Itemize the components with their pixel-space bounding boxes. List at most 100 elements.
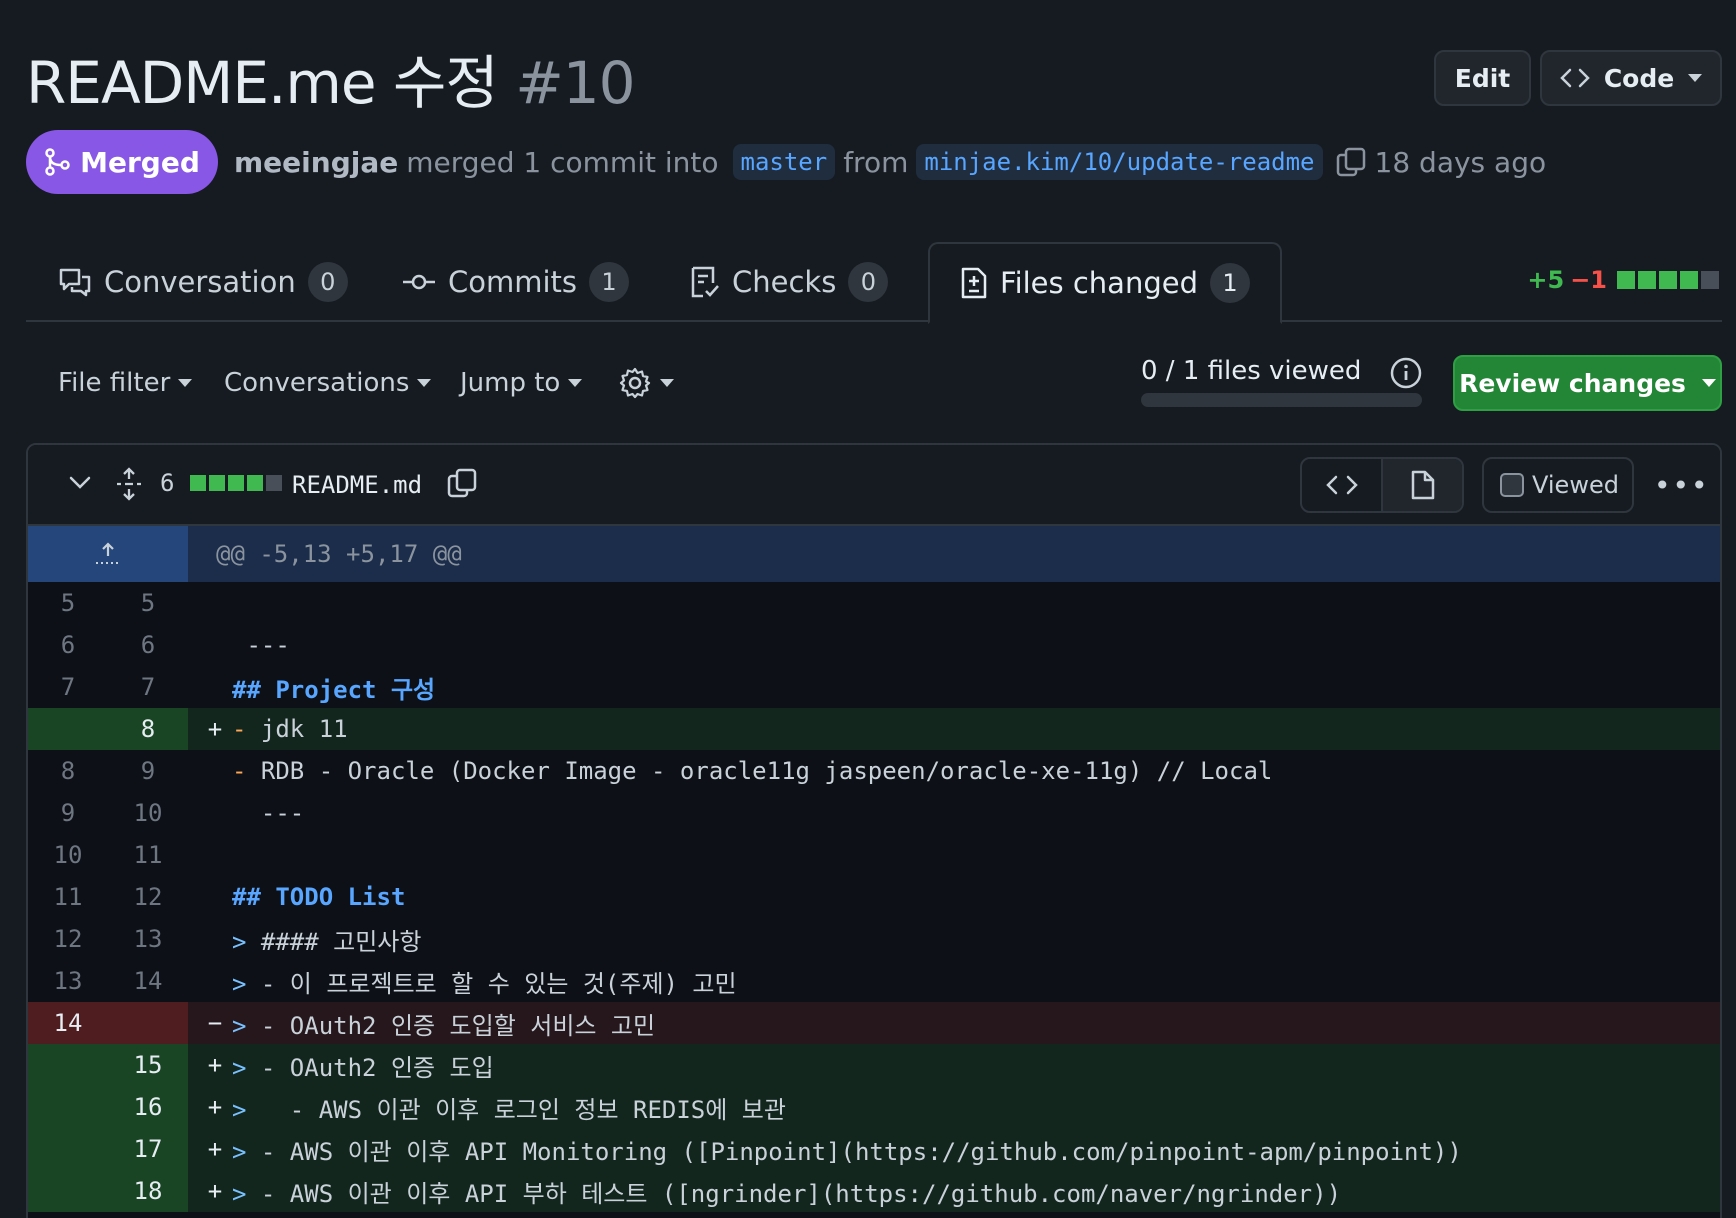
new-line-number[interactable]: 7 [108,666,188,708]
old-line-number[interactable]: 9 [28,792,108,834]
old-line-number[interactable]: 12 [28,918,108,960]
old-line-number[interactable]: 5 [28,582,108,624]
diff-line[interactable]: 9 10 --- [28,792,1720,834]
diff-line[interactable]: 89 - RDB - Oracle (Docker Image - oracle1… [28,750,1720,792]
chevron-down-icon [1701,379,1716,387]
viewed-label: Viewed [1532,471,1619,499]
code-icon [1325,475,1358,495]
kebab-horizontal-icon[interactable]: ••• [1654,469,1710,502]
tab-count: 0 [307,262,348,302]
new-line-number[interactable]: 17 [108,1128,188,1170]
conversations-dropdown[interactable]: Conversations [224,355,432,411]
new-line-number[interactable]: 5 [108,582,188,624]
diff-line[interactable]: 18 + > - AWS 이관 이후 API 부하 테스트 ([ngrinder](… [28,1170,1720,1212]
diff-line[interactable]: 14 − > - OAuth2 인증 도입할 서비스 고민 [28,1002,1720,1044]
old-line-number[interactable]: 10 [28,834,108,876]
old-line-number[interactable]: 6 [28,624,108,666]
new-line-number[interactable]: 13 [108,918,188,960]
diff-line[interactable]: 7 7 ## Project 구성 [28,666,1720,708]
old-line-number[interactable]: 14 [28,1002,108,1044]
review-changes-button[interactable]: Review changes [1453,355,1722,411]
head-branch[interactable]: minjae.kim/10/update-readme [916,144,1323,180]
diff-line[interactable]: 16 + > - AWS 이관 이후 로그인 정보 REDIS에 보관 [28,1086,1720,1128]
new-line-number[interactable]: 16 [108,1086,188,1128]
code-text: > #### 고민사항 [232,927,422,956]
file-name[interactable]: README.md [292,471,422,499]
code-text: > - AWS 이관 이후 로그인 정보 REDIS에 보관 [232,1095,786,1124]
rich-diff-button[interactable] [1383,459,1462,511]
old-line-number[interactable]: 8 [28,750,108,792]
checklist-icon [691,266,719,298]
chevron-down-icon [417,379,432,387]
file-diff-icon [961,267,987,299]
fold-up-icon [96,542,120,564]
diff-line[interactable]: 15 + > - OAuth2 인증 도입 [28,1044,1720,1086]
diff-line[interactable]: 17 + > - AWS 이관 이후 API Monitoring ([Pinpoi… [28,1128,1720,1170]
new-line-number[interactable]: 6 [108,624,188,666]
base-branch[interactable]: master [732,144,836,180]
edit-label: Edit [1454,63,1511,93]
expand-up-button[interactable] [28,526,188,582]
new-line-number[interactable]: 15 [108,1044,188,1086]
files-viewed-count: 0 / 1 files viewed [1141,356,1362,386]
tab-count: 0 [848,262,889,302]
diff-line[interactable]: 55 [28,582,1720,624]
tab-conversation[interactable]: Conversation 0 [58,242,348,322]
old-line-number[interactable] [28,1086,108,1128]
diff-line[interactable]: 12 13 > #### 고민사항 [28,918,1720,960]
old-line-number[interactable] [28,1044,108,1086]
code-text: > - AWS 이관 이후 API 부하 테스트 ([ngrinder](htt… [232,1179,1342,1208]
diff-line[interactable]: 66 --- [28,624,1720,666]
new-line-number[interactable]: 9 [108,750,188,792]
old-line-number[interactable]: 7 [28,666,108,708]
copy-icon[interactable] [1335,146,1367,178]
conversations-label: Conversations [224,368,410,398]
source-diff-button[interactable] [1302,459,1383,511]
edit-button[interactable]: Edit [1434,50,1531,106]
settings-dropdown[interactable] [618,355,674,411]
new-line-number[interactable]: 12 [108,876,188,918]
old-line-number[interactable]: 11 [28,876,108,918]
tab-commits[interactable]: Commits 1 [402,242,630,322]
diffstat-block [228,475,245,491]
diff-line[interactable]: 10 11 [28,834,1720,876]
code-button[interactable]: Code [1540,50,1722,106]
new-line-number[interactable] [108,1002,188,1044]
hunk-header: @@ -5,13 +5,17 @@ [28,526,1720,582]
diffstat-block [190,475,207,491]
jump-to-dropdown[interactable]: Jump to [460,355,583,411]
old-line-number[interactable] [28,1170,108,1212]
file-change-stat: 6 [160,469,285,497]
new-line-number[interactable]: 11 [108,834,188,876]
tab-files-changed[interactable]: Files changed 1 [928,242,1282,324]
diff-line[interactable]: 13 14 > - 이 프로젝트로 할 수 있는 것(주제) 고민 [28,960,1720,1002]
code-label: Code [1603,63,1675,93]
diff-sign: + [207,1177,223,1205]
diffstat-block [1617,271,1635,289]
file-filter-dropdown[interactable]: File filter [58,355,193,411]
copy-icon[interactable] [446,467,478,503]
checkbox[interactable] [1500,473,1524,497]
info-icon[interactable] [1389,356,1423,394]
new-line-number[interactable]: 14 [108,960,188,1002]
author-link[interactable]: meeingjae [234,146,398,179]
viewed-checkbox[interactable]: Viewed [1482,457,1634,513]
old-line-number[interactable] [28,708,108,750]
additions-count: +5 [1527,266,1565,294]
old-line-number[interactable]: 13 [28,960,108,1002]
code-text: - RDB - Oracle (Docker Image - oracle11g… [232,757,1273,785]
new-line-number[interactable]: 8 [108,708,188,750]
diff-line[interactable]: 11 12 ## TODO List [28,876,1720,918]
tab-checks[interactable]: Checks 0 [690,242,889,322]
new-line-number[interactable]: 18 [108,1170,188,1212]
review-changes-label: Review changes [1459,368,1686,398]
chevron-down-icon [568,379,583,387]
new-line-number[interactable]: 10 [108,792,188,834]
file-icon [1411,470,1434,500]
diff-line[interactable]: 8 + - jdk 11 [28,708,1720,750]
diffstat-block [1680,271,1698,289]
unfold-icon[interactable] [114,467,144,505]
old-line-number[interactable] [28,1128,108,1170]
action-text: merged 1 commit into [406,145,719,179]
chevron-down-icon[interactable] [68,475,92,495]
